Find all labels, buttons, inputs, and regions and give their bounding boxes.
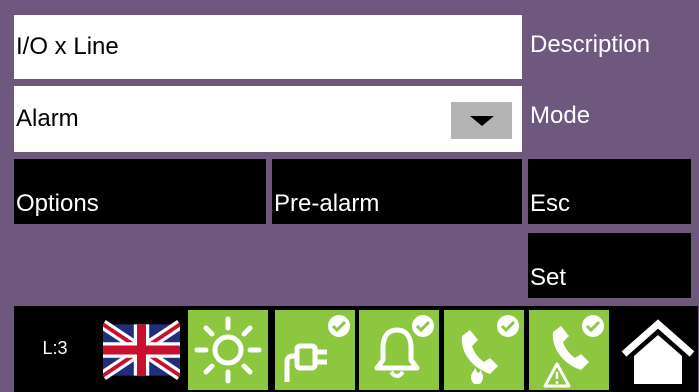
description-label: Description xyxy=(530,31,651,58)
phone-fire-icon xyxy=(461,315,519,384)
mode-select[interactable]: Alarm xyxy=(14,86,522,152)
power-tile[interactable] xyxy=(275,310,355,390)
bell-icon xyxy=(374,315,434,378)
phone-warning-icon xyxy=(543,315,604,388)
options-button[interactable]: Options xyxy=(14,159,266,224)
home-icon xyxy=(621,319,695,384)
mode-dropdown-button[interactable] xyxy=(451,102,512,139)
mode-label: Mode xyxy=(530,102,591,129)
bell-tile[interactable] xyxy=(359,310,439,390)
mode-value: Alarm xyxy=(16,105,79,132)
esc-button[interactable]: Esc xyxy=(528,159,691,224)
prealarm-button[interactable]: Pre-alarm xyxy=(272,159,522,224)
set-button[interactable]: Set xyxy=(528,233,691,298)
access-level-indicator: L:3 xyxy=(42,337,68,358)
power-plug-icon xyxy=(284,315,350,382)
options-label: Options xyxy=(16,190,99,217)
sun-tile[interactable] xyxy=(188,310,268,390)
description-value: I/O x Line xyxy=(16,33,119,60)
chevron-down-icon xyxy=(469,115,494,126)
esc-label: Esc xyxy=(530,190,571,217)
home-button[interactable] xyxy=(618,318,698,388)
set-label: Set xyxy=(530,264,567,291)
phone-warning-tile[interactable] xyxy=(529,310,609,390)
sun-icon xyxy=(194,316,262,384)
phone-fire-tile[interactable] xyxy=(444,310,524,390)
prealarm-label: Pre-alarm xyxy=(274,190,380,217)
description-field[interactable]: I/O x Line xyxy=(14,15,522,79)
uk-flag-icon[interactable] xyxy=(103,317,180,383)
